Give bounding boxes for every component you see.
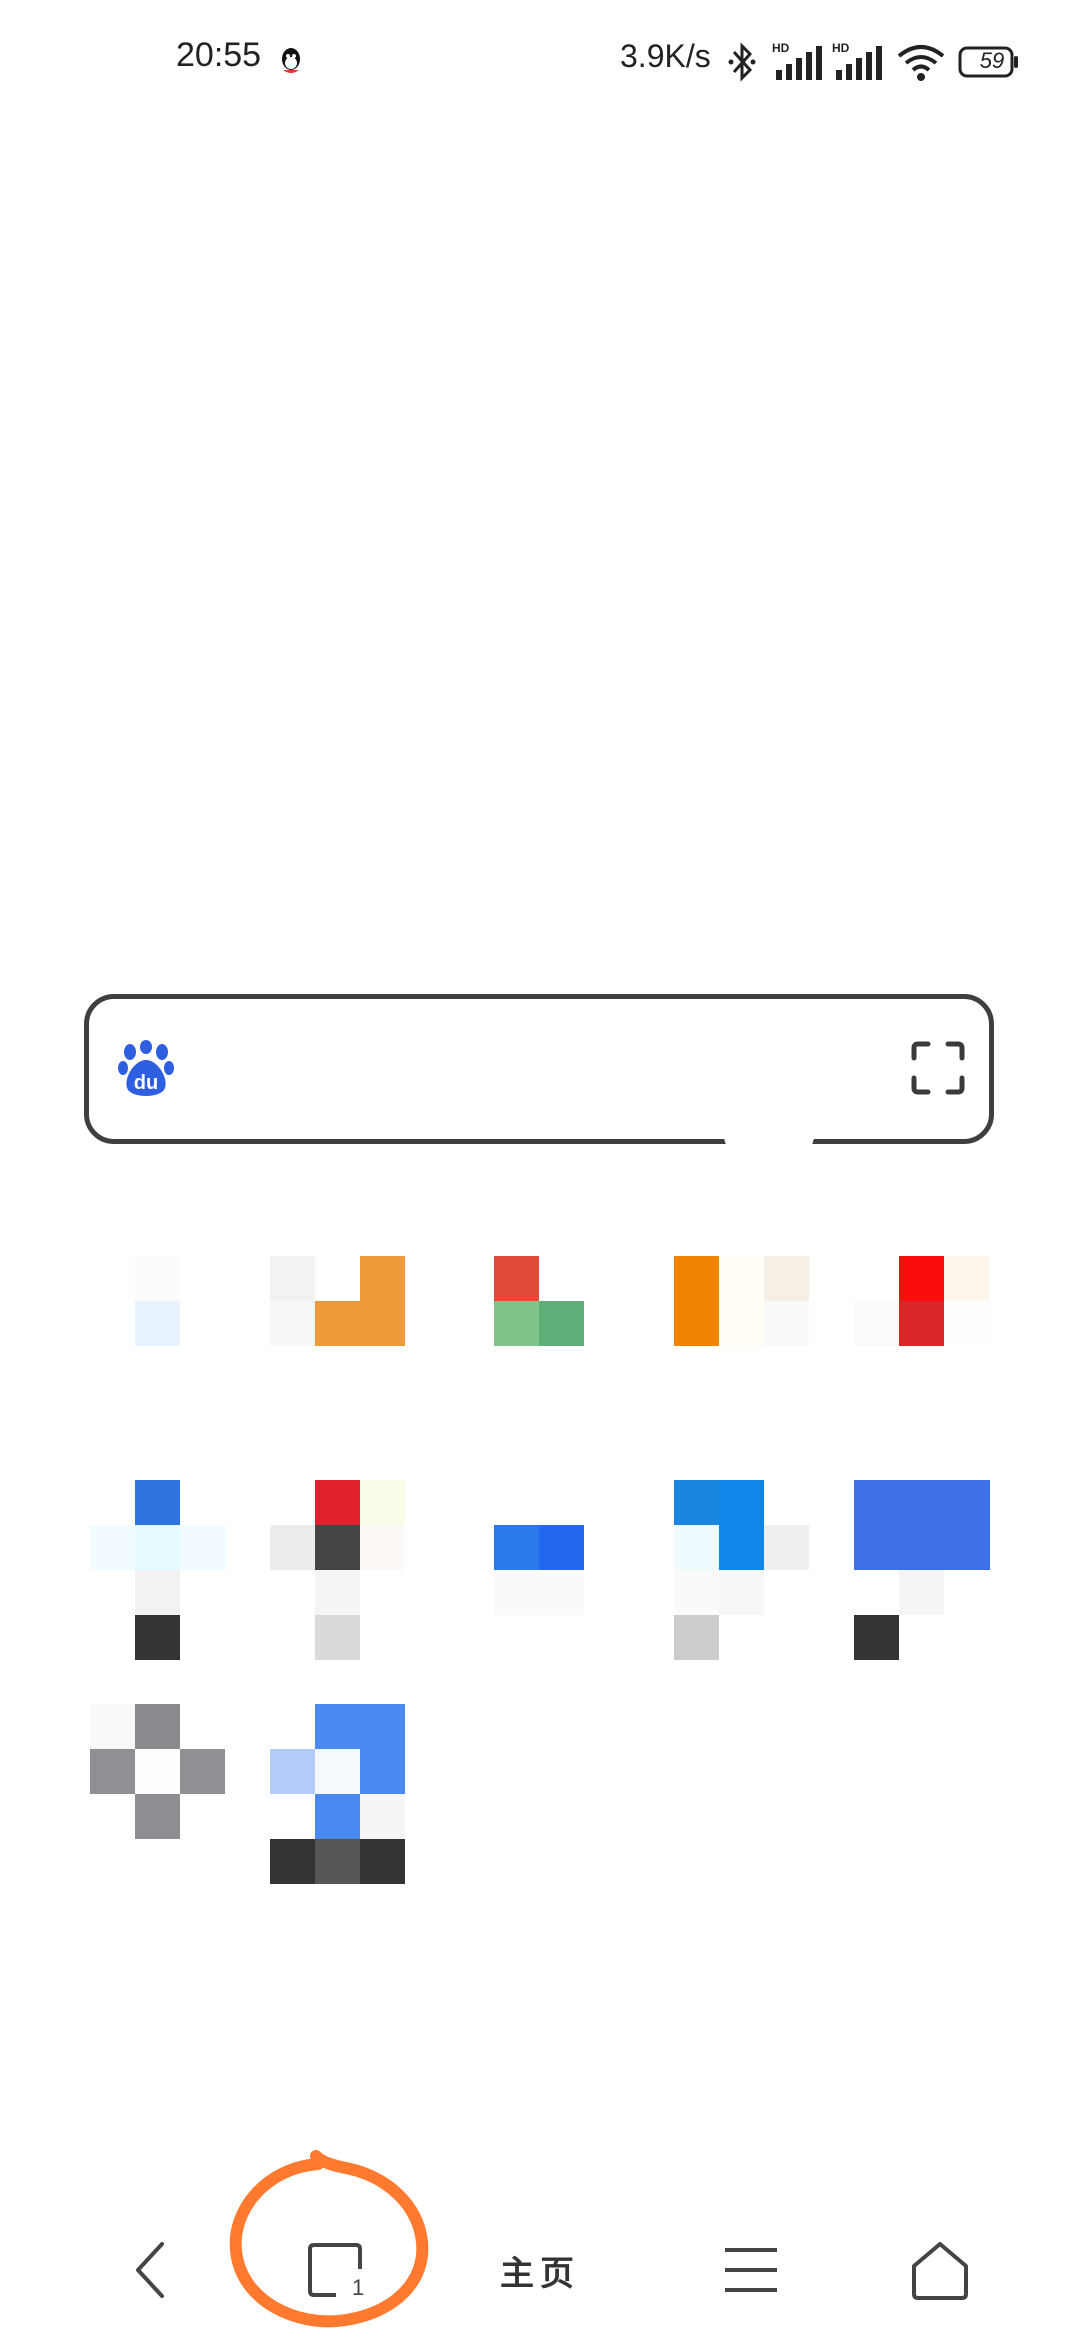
svg-text:HD: HD xyxy=(772,41,790,55)
svg-text:du: du xyxy=(134,1072,158,1094)
signal-hd-icon: HD xyxy=(832,41,882,80)
pixelated-shortcut-icon xyxy=(674,1480,809,1660)
wifi-icon xyxy=(897,45,945,81)
battery-level: 59 xyxy=(979,48,1005,73)
network-speed: 3.9K/s xyxy=(620,38,711,74)
status-time: 20:55 xyxy=(176,36,262,74)
tabs-icon: 1 xyxy=(308,2243,364,2300)
pixelated-shortcut-icon xyxy=(270,1256,405,1346)
pixelated-shortcut-icon xyxy=(135,1256,180,1346)
hamburger-icon xyxy=(725,2248,777,2292)
pixelated-shortcut-icon xyxy=(270,1480,405,1660)
shortcut-tile[interactable] xyxy=(270,1704,406,1884)
home-button[interactable] xyxy=(900,2220,980,2320)
shortcut-tile[interactable] xyxy=(854,1256,990,1392)
shortcut-tile[interactable] xyxy=(90,1480,226,1660)
shortcut-tile[interactable] xyxy=(854,1480,990,1660)
shortcut-tile[interactable] xyxy=(674,1256,810,1392)
status-bar: 20:55 3.9K/s HD HD 59 xyxy=(0,0,1080,120)
shortcut-tile[interactable] xyxy=(270,1480,406,1660)
shortcut-tile[interactable] xyxy=(494,1480,630,1660)
shortcut-tile[interactable] xyxy=(494,1256,630,1392)
pixelated-shortcut-icon xyxy=(90,1480,226,1660)
tabs-count: 1 xyxy=(352,2275,364,2300)
pixelated-shortcut-icon xyxy=(854,1256,989,1346)
home-label: 主页 xyxy=(500,2253,580,2294)
pixelated-shortcut-icon xyxy=(674,1256,809,1346)
pixelated-shortcut-icon xyxy=(494,1256,584,1346)
pixelated-shortcut-icon xyxy=(854,1480,990,1660)
pixelated-shortcut-icon xyxy=(90,1704,225,1839)
pixelated-shortcut-icon xyxy=(494,1525,584,1615)
search-box-notch xyxy=(724,1136,814,1154)
pixelated-shortcut-icon xyxy=(270,1704,405,1884)
home-icon xyxy=(912,2242,968,2300)
home-label-button[interactable]: 主页 xyxy=(490,2220,590,2320)
back-button[interactable] xyxy=(110,2220,190,2320)
shortcut-tile[interactable] xyxy=(270,1256,406,1392)
chevron-left-icon xyxy=(136,2242,164,2298)
scan-frame-icon[interactable] xyxy=(910,1040,966,1096)
baidu-paw-icon: du xyxy=(118,1040,174,1096)
shortcut-tile[interactable] xyxy=(674,1480,810,1660)
svg-text:HD: HD xyxy=(832,41,850,55)
tabs-button[interactable]: 1 xyxy=(290,2220,380,2320)
bluetooth-icon xyxy=(728,42,756,82)
shortcut-tile[interactable] xyxy=(90,1704,226,1884)
menu-button[interactable] xyxy=(716,2220,786,2320)
signal-hd-icon: HD xyxy=(772,41,822,80)
search-box[interactable] xyxy=(84,994,994,1144)
shortcut-tile[interactable] xyxy=(90,1256,226,1392)
qq-icon xyxy=(282,48,300,73)
